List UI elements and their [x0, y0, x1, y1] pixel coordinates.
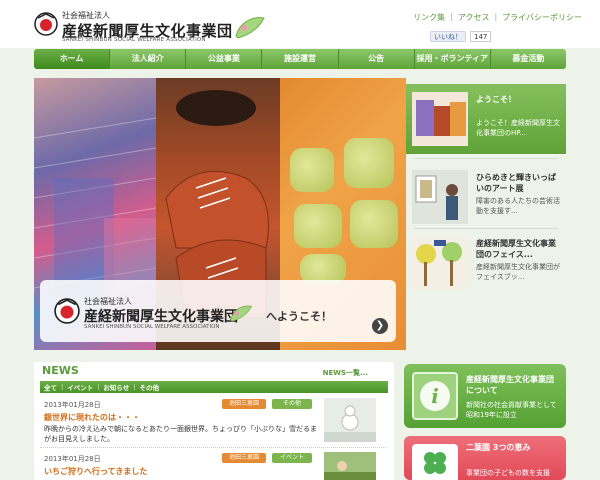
logo-emblem-icon	[34, 12, 58, 36]
slide-item-art[interactable]: ひらめきと輝きいっぱいのアート展 障害のある人たちの芸術活動を支援す...	[406, 162, 566, 232]
category-badge: イベント	[272, 453, 312, 463]
garden-card-desc: 事業団の子どもの数を支援	[466, 469, 550, 477]
slide-thumb-image	[412, 92, 468, 146]
news-title: NEWS	[42, 364, 79, 377]
tab-separator: |	[61, 383, 64, 391]
hero-welcome-overlay: 社会福祉法人 産経新聞厚生文化事業団 SANKEI SHINBUN SOCIAL…	[40, 280, 396, 342]
overlay-welcome: へようこそ！	[266, 310, 332, 323]
about-card-title: 産経新聞厚生文化事業団について	[466, 375, 554, 395]
category-badge: その他	[272, 399, 312, 409]
info-circle-icon: i	[420, 381, 450, 411]
divider	[414, 158, 558, 159]
site-header: 社会福祉法人 産経新聞厚生文化事業団 SANKEI SHINBUN SOCIAL…	[0, 0, 600, 48]
logo-emblem-icon	[54, 298, 80, 324]
nav-home[interactable]: ホーム	[34, 49, 111, 69]
nav-notices[interactable]: 公告	[339, 49, 415, 69]
news-tab-events[interactable]: イベント	[67, 382, 93, 392]
news-header: NEWS NEWS一覧...	[34, 362, 394, 380]
about-card[interactable]: i 産経新聞厚生文化事業団について 新聞社の社会貢献事業として昭和19年に設立	[404, 364, 566, 428]
ceramic-dish	[290, 148, 334, 192]
nav-recruit[interactable]: 採用・ボランティア	[415, 49, 491, 69]
main-nav: ホーム 法人紹介 公益事業 施設運営 公告 採用・ボランティア 募金活動	[34, 49, 566, 69]
news-item-text: 昨晩からの冷え込みで朝になるとあたり一面銀世界。ちょっぴり「小ぶりな」雪だるまが…	[44, 425, 317, 443]
next-arrow-icon[interactable]: ❯	[372, 318, 388, 334]
four-leaf-clover-icon	[424, 452, 446, 474]
org-badge: 池田三恵園	[222, 399, 266, 409]
garden-card[interactable]: 二葉園 3つの恵み 事業団の子どもの数を支援	[404, 436, 566, 480]
ceramic-dish	[344, 138, 394, 188]
news-thumb-image	[324, 398, 376, 442]
tab-separator: |	[97, 383, 100, 391]
like-count: 147	[470, 30, 492, 42]
slide-thumb-image	[412, 236, 468, 290]
clover-icon	[412, 444, 458, 480]
nav-about[interactable]: 法人紹介	[110, 49, 187, 69]
leaf-logo-icon	[235, 17, 265, 39]
site-logo[interactable]: 社会福祉法人 産経新聞厚生文化事業団 SANKEI SHINBUN SOCIAL…	[34, 10, 265, 46]
news-section: NEWS NEWS一覧... 全て | イベント | お知らせ | その他 20…	[34, 362, 394, 480]
facebook-like: いいね！ 147	[430, 30, 492, 42]
slide-item-facebook[interactable]: 産経新聞厚生文化事業団のフェイス... 産経新聞厚生文化事業団がフェイスブッ..…	[406, 228, 566, 298]
nav-facilities[interactable]: 施設運営	[262, 49, 339, 69]
overlay-english: SANKEI SHINBUN SOCIAL WELFARE ASSOCIATIO…	[84, 324, 220, 330]
slide-item-title: 産経新聞厚生文化事業団のフェイス...	[476, 239, 556, 259]
svg-text:i: i	[431, 384, 439, 408]
slide-list: ようこそ！ ようこそ！産経新聞厚生文化事業団のHP... ひらめきと輝きいっぱい…	[406, 78, 566, 350]
top-links: リンク集 | アクセス | プライバシーポリシー	[413, 12, 582, 23]
slide-item-title: ようこそ！	[476, 95, 516, 104]
like-button[interactable]: いいね！	[430, 30, 466, 42]
org-badge: 池田三恵園	[222, 453, 266, 463]
link-privacy[interactable]: プライバシーポリシー	[502, 12, 582, 23]
link-separator: |	[450, 12, 453, 21]
ceramic-dish	[350, 200, 398, 248]
link-separator: |	[494, 12, 498, 21]
slide-item-desc: ようこそ！産経新聞厚生文化事業団のHP...	[476, 119, 560, 137]
info-icon: i	[412, 372, 458, 420]
garden-card-title: 二葉園 3つの恵み	[466, 443, 531, 452]
ceramic-dish	[294, 204, 342, 248]
hero-slideshow[interactable]: 社会福祉法人 産経新聞厚生文化事業団 SANKEI SHINBUN SOCIAL…	[34, 78, 406, 350]
slide-item-desc: 障害のある人たちの芸術活動を支援す...	[476, 197, 560, 215]
nav-public-services[interactable]: 公益事業	[186, 49, 263, 69]
news-item[interactable]: 2013年01月28日 池田三恵園 その他 銀世界に現れたのは・・・ 昨晩からの…	[40, 396, 386, 448]
news-item-title[interactable]: いちご狩りへ行ってきました	[44, 466, 147, 477]
tab-separator: |	[133, 383, 136, 391]
news-item-title[interactable]: 銀世界に現れたのは・・・	[44, 412, 140, 423]
overlay-name: 産経新聞厚生文化事業団	[84, 309, 238, 325]
link-access[interactable]: アクセス	[458, 12, 490, 23]
news-date: 2013年01月28日	[44, 401, 101, 409]
slide-item-title: ひらめきと輝きいっぱいのアート展	[476, 173, 556, 193]
news-more-link[interactable]: NEWS一覧...	[323, 368, 368, 378]
slide-item-welcome[interactable]: ようこそ！ ようこそ！産経新聞厚生文化事業団のHP...	[406, 84, 566, 154]
news-tab-other[interactable]: その他	[139, 382, 159, 392]
news-filter-tabs: 全て | イベント | お知らせ | その他	[40, 381, 388, 393]
link-links[interactable]: リンク集	[413, 12, 445, 23]
news-tab-all[interactable]: 全て	[44, 382, 57, 392]
nav-donation[interactable]: 募金活動	[491, 49, 566, 69]
slide-item-desc: 産経新聞厚生文化事業団がフェイスブッ...	[476, 263, 560, 281]
about-card-desc: 新聞社の社会貢献事業として昭和19年に設立	[466, 401, 557, 419]
leaf-logo-icon	[230, 305, 253, 322]
news-item[interactable]: 2013年01月28日 池田三恵園 イベント いちご狩りへ行ってきました	[40, 450, 386, 480]
logo-english: SANKEI SHINBUN SOCIAL WELFARE ASSOCIATIO…	[62, 37, 206, 43]
news-tab-notices[interactable]: お知らせ	[103, 382, 129, 392]
news-thumb-image	[324, 452, 376, 480]
slide-thumb-image	[412, 170, 468, 224]
news-date: 2013年01月28日	[44, 455, 101, 463]
